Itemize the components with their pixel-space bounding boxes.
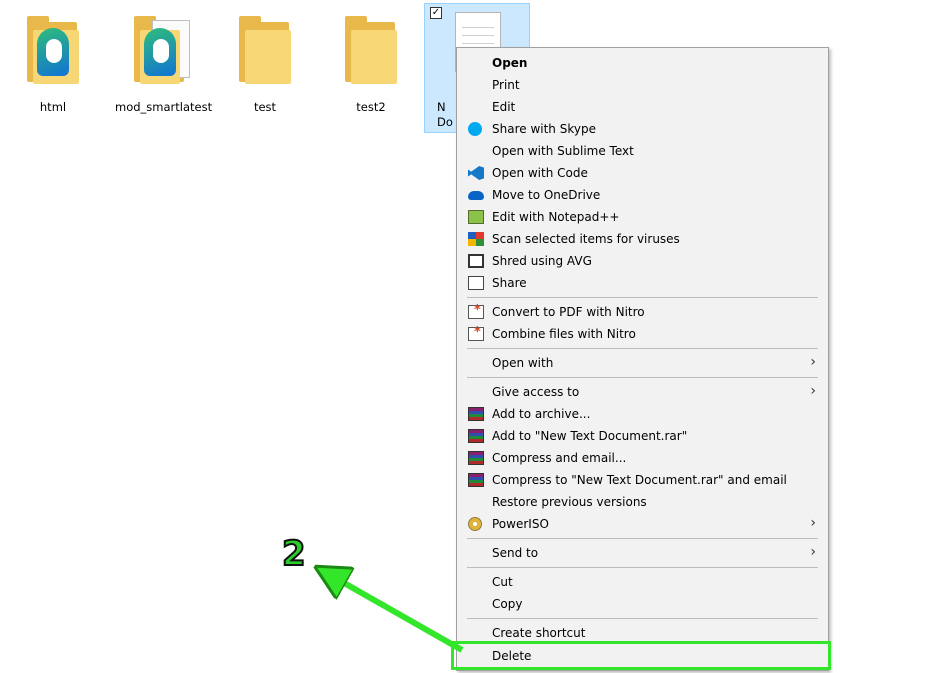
annotation-arrow-icon [0,0,464,653]
step-number-label: 2 [281,533,307,575]
